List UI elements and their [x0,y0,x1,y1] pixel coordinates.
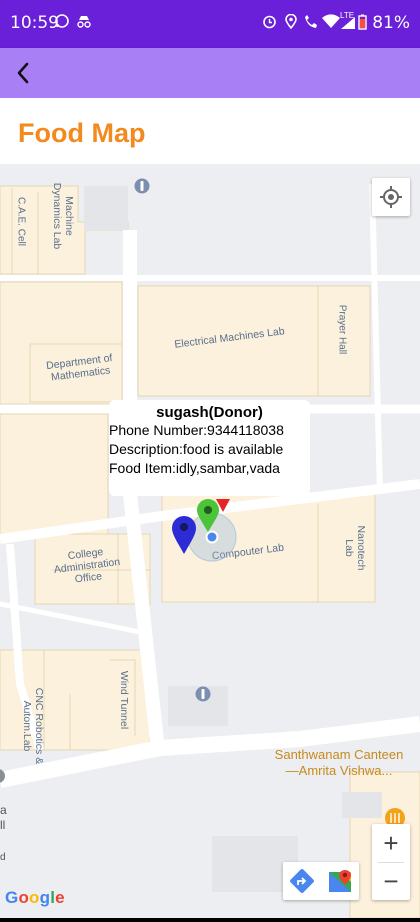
info-phone: Phone Number:9344118038 [109,422,284,438]
info-title: sugash(Donor) [156,404,263,421]
canteen-label-line1: Santhwanam Canteen [274,747,404,762]
wifi-call-icon [303,14,319,32]
map-label-prayer-hall: Prayer Hall [336,304,348,355]
info-description: Description:food is available [109,441,284,457]
map-label-nanotech: Nanotech Lab [343,525,367,571]
marker-info-window[interactable]: sugash(Donor) Phone Number:9344118038 De… [109,400,310,496]
location-icon [285,13,297,32]
map-label-edge-a: a [0,803,7,817]
title-bar: Food Map [0,98,420,164]
restroom-poi-icon [134,178,150,194]
my-location-button[interactable] [372,178,410,216]
wifi-icon [322,14,340,31]
map-label-edge-ll: ll [0,818,6,832]
incognito-icon [76,14,92,31]
status-bar: 10:59 LTE 81% [0,0,420,48]
current-location-dot [205,530,219,544]
google-logo: Google [5,888,65,908]
battery-icon [358,14,367,33]
map-label-canteen: Santhwanam Canteen —Amrita Vishwa... [268,747,410,779]
whatsapp-icon [55,14,69,31]
google-maps-icon [329,870,351,892]
directions-button[interactable] [283,862,321,900]
signal-icon [340,14,356,33]
google-logo-o1: o [18,888,30,907]
crosshair-icon [380,186,402,208]
google-logo-o2: o [29,888,40,907]
canteen-label-line2: —Amrita Vishwa... [285,763,393,778]
status-time: 10:59 [10,13,59,33]
battery-percent: 81% [372,13,410,33]
back-button[interactable] [6,54,44,92]
zoom-controls: + − [372,824,410,900]
google-logo-g2: g [39,888,51,907]
directions-icon [290,869,314,893]
page-title: Food Map [18,118,146,148]
zoom-out-button[interactable]: − [372,863,410,900]
zoom-in-button[interactable]: + [372,824,410,862]
map-label-cae-cell: C.A.E. Cell [15,197,27,246]
google-logo-e: e [55,888,65,907]
alarm-icon [262,14,277,32]
map-markers [172,499,237,562]
map-label-edge-d: d [0,852,6,863]
map-toolbar [283,862,359,900]
map-label-wind-tunnel: Wind Tunnel [118,670,130,730]
back-arrow-icon [17,62,29,84]
open-in-maps-button[interactable] [321,862,359,900]
app-bar [0,48,420,98]
google-logo-g: G [5,888,19,907]
map-view[interactable]: C.A.E. Cell Machine Dynamics Lab Electri… [0,164,420,918]
nav-bar [0,918,420,922]
map-label-cnc: CNC Robotics & Autom.Lab [21,687,45,765]
info-food-item: Food Item:idly,sambar,vada [109,460,280,476]
restroom-poi-icon-2 [195,686,211,702]
map-label-machine-dynamics: Machine Dynamics Lab [51,182,75,250]
